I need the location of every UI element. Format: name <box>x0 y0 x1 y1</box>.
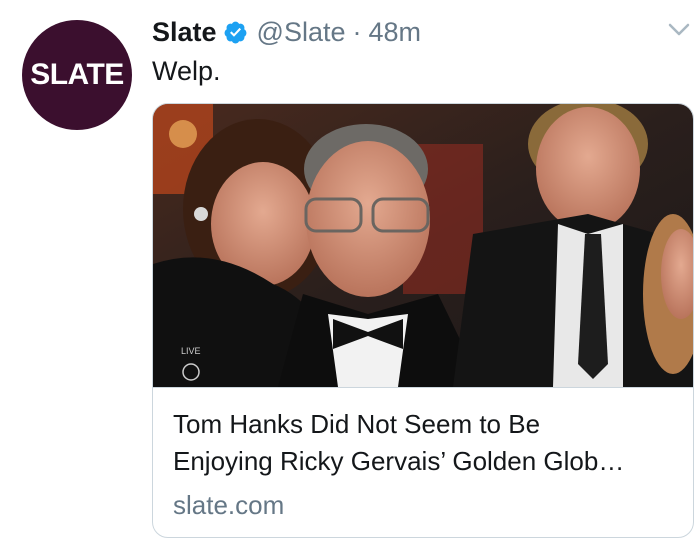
card-title[interactable]: Tom Hanks Did Not Seem to Be Enjoying Ri… <box>173 406 673 480</box>
link-card[interactable]: LIVE Tom Hanks Did Not Seem to Be Enjoyi… <box>152 103 694 538</box>
tweet-header: Slate @Slate · 48m <box>152 14 421 50</box>
avatar-logo-text: SLATE <box>30 58 124 91</box>
avatar[interactable]: SLATE <box>22 20 132 130</box>
timestamp[interactable]: 48m <box>369 17 422 48</box>
live-watermark: LIVE <box>181 346 201 356</box>
card-domain: slate.com <box>173 490 285 520</box>
card-title-line-1: Tom Hanks Did Not Seem to Be <box>173 409 541 439</box>
display-name[interactable]: Slate <box>152 17 217 48</box>
verified-badge-icon <box>223 20 248 45</box>
card-image[interactable]: LIVE <box>153 104 693 387</box>
separator-dot: · <box>352 16 362 47</box>
card-divider <box>153 387 693 388</box>
handle[interactable]: @Slate <box>257 17 346 48</box>
card-title-line-2: Enjoying Ricky Gervais’ Golden Glob… <box>173 446 625 476</box>
chevron-down-icon[interactable] <box>667 22 691 38</box>
tweet[interactable]: SLATE Slate @Slate · 48m Welp. LIVE Tom … <box>0 0 699 550</box>
tweet-text: Welp. <box>152 56 221 86</box>
